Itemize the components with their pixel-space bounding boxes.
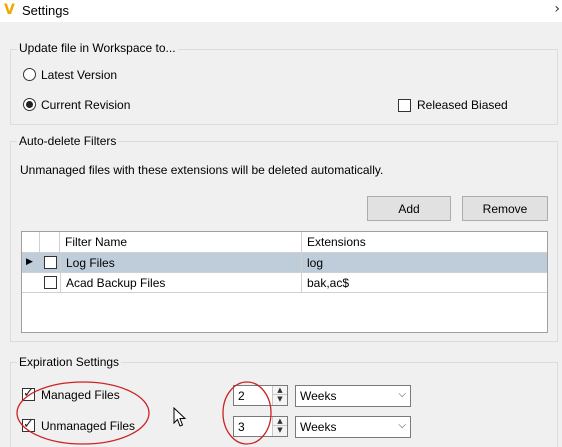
released-biased-checkbox[interactable]: [398, 99, 411, 112]
current-revision-radio[interactable]: [23, 98, 36, 111]
grid-header: Filter Name Extensions: [22, 232, 547, 253]
window-title: Settings: [22, 3, 69, 18]
mouse-pointer-icon: [173, 407, 187, 427]
latest-version-radio[interactable]: [23, 68, 36, 81]
chevron-down-icon[interactable]: ⌵: [398, 389, 406, 400]
unmanaged-duration-value[interactable]: 3: [238, 420, 245, 434]
current-revision-label[interactable]: Current Revision: [41, 98, 130, 112]
filters-grid[interactable]: Filter Name Extensions ▶ Log Files log A…: [21, 231, 548, 333]
managed-duration-stepper[interactable]: 2 ▲ ▼: [233, 385, 288, 406]
filter-name-cell[interactable]: Acad Backup Files: [60, 273, 302, 293]
unmanaged-unit-dropdown[interactable]: Weeks ⌵: [295, 416, 411, 438]
chevron-right-icon[interactable]: ›: [554, 1, 560, 17]
unmanaged-files-checkbox[interactable]: [22, 417, 35, 432]
auto-delete-group-label: Auto-delete Filters: [17, 134, 119, 148]
expiration-group-label: Expiration Settings: [17, 355, 122, 369]
managed-unit-dropdown[interactable]: Weeks ⌵: [295, 385, 411, 407]
spin-down-icon[interactable]: ▼: [273, 426, 287, 435]
update-file-group-label: Update file in Workspace to...: [17, 41, 178, 55]
released-biased-label[interactable]: Released Biased: [417, 98, 508, 112]
spin-down-icon[interactable]: ▼: [273, 395, 287, 404]
auto-delete-description: Unmanaged files with these extensions wi…: [20, 163, 384, 177]
check-column-header: [40, 232, 60, 252]
managed-duration-value[interactable]: 2: [238, 389, 245, 403]
unmanaged-files-label[interactable]: Unmanaged Files: [41, 419, 135, 433]
unmanaged-duration-stepper[interactable]: 3 ▲ ▼: [233, 416, 288, 437]
vault-logo-icon: V: [4, 2, 15, 18]
managed-files-checkbox[interactable]: [22, 386, 35, 401]
row-checkbox[interactable]: [44, 276, 57, 289]
row-pointer-icon: ▶: [26, 257, 33, 267]
filter-name-column-header[interactable]: Filter Name: [60, 232, 302, 252]
row-checkbox[interactable]: [44, 256, 57, 269]
managed-files-label[interactable]: Managed Files: [41, 388, 120, 402]
filter-name-cell[interactable]: Log Files: [60, 253, 302, 273]
extensions-column-header[interactable]: Extensions: [302, 232, 547, 252]
managed-unit-value: Weeks: [300, 389, 337, 403]
add-filter-button[interactable]: Add: [367, 196, 451, 221]
stepper-buttons: ▲ ▼: [272, 417, 287, 436]
table-row[interactable]: ▶ Log Files log: [22, 253, 547, 273]
remove-filter-button[interactable]: Remove: [462, 196, 548, 221]
unmanaged-unit-value: Weeks: [300, 420, 337, 434]
table-row[interactable]: Acad Backup Files bak,ac$: [22, 273, 547, 293]
chevron-down-icon[interactable]: ⌵: [398, 420, 406, 431]
extensions-cell[interactable]: log: [302, 253, 547, 273]
stepper-buttons: ▲ ▼: [272, 386, 287, 405]
title-bar: V Settings ›: [0, 0, 562, 22]
row-header-corner: [22, 232, 40, 252]
extensions-cell[interactable]: bak,ac$: [302, 273, 547, 293]
spin-up-icon[interactable]: ▲: [273, 386, 287, 395]
update-file-group: [10, 49, 558, 125]
spin-up-icon[interactable]: ▲: [273, 417, 287, 426]
latest-version-label[interactable]: Latest Version: [41, 68, 117, 82]
